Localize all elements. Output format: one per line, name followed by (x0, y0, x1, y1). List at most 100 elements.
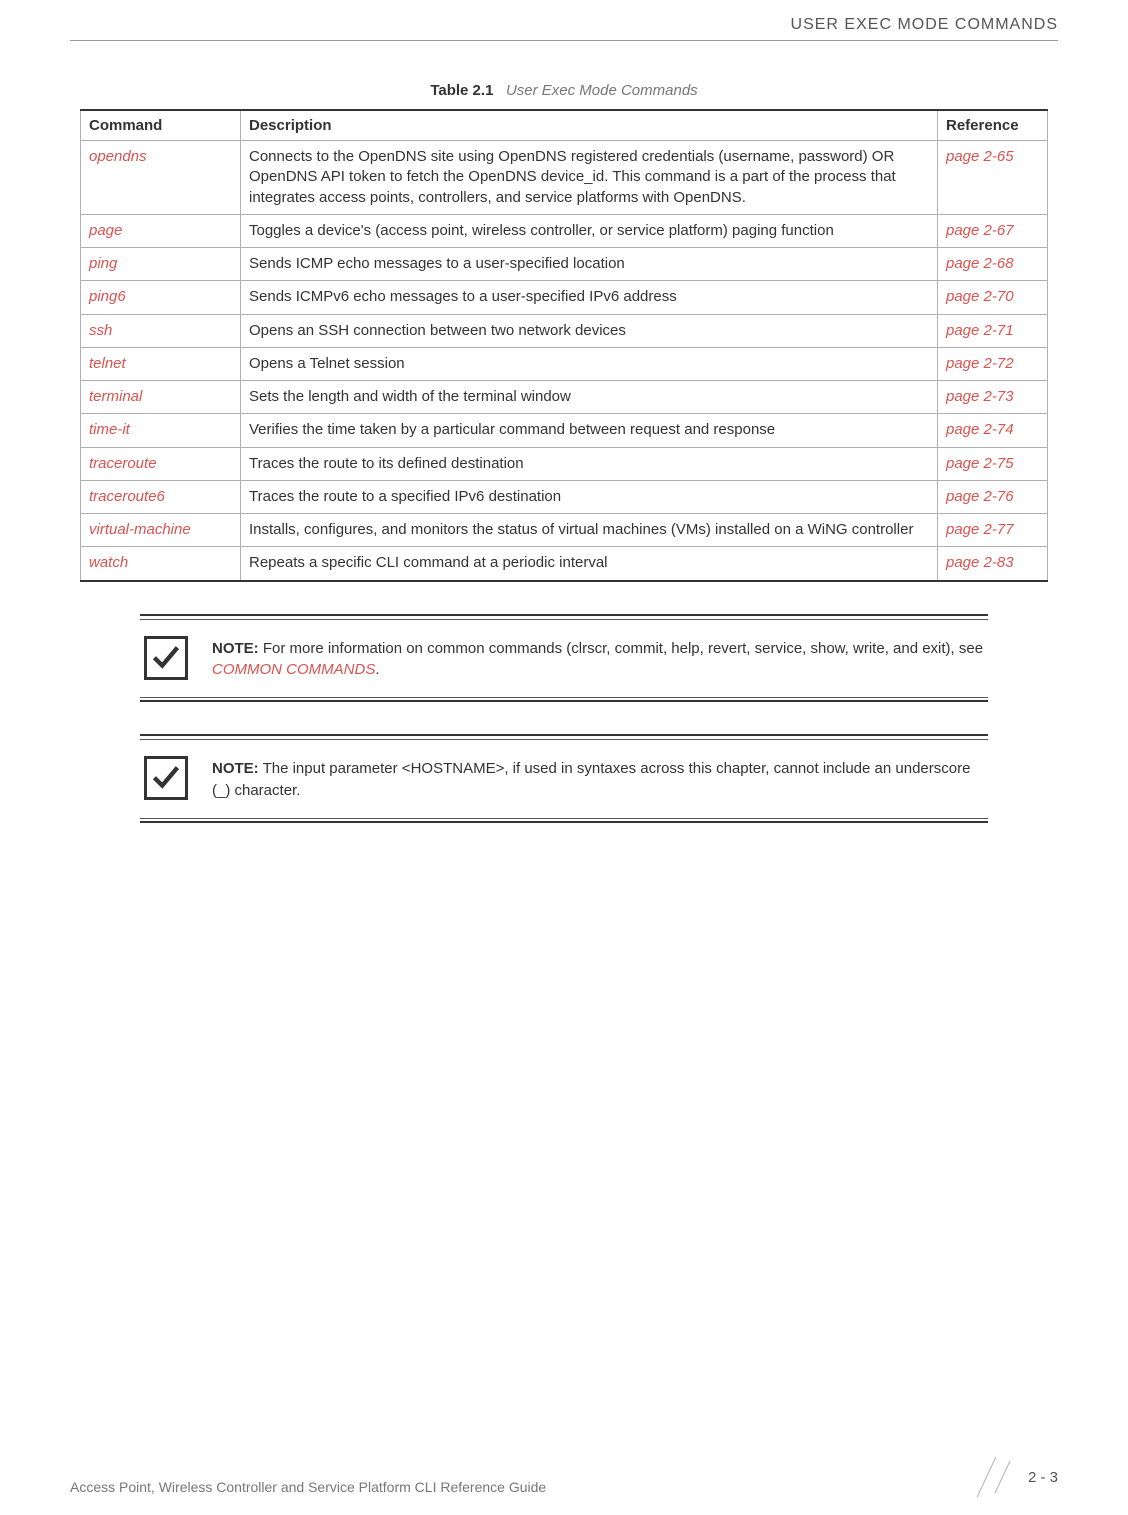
cell-reference: page 2-65 (938, 141, 1048, 215)
table-row: traceroute6 Traces the route to a specifi… (81, 480, 1048, 513)
note-rule-bottom-thick (140, 700, 988, 702)
note-content: NOTE: For more information on common com… (140, 620, 988, 698)
cell-command: terminal (81, 381, 241, 414)
cell-reference: page 2-67 (938, 214, 1048, 247)
command-name[interactable]: watch (89, 554, 128, 571)
cell-description: Traces the route to a specified IPv6 des… (241, 480, 938, 513)
commands-table: Command Description Reference opendns Con… (80, 109, 1048, 582)
command-name[interactable]: time-it (89, 421, 130, 438)
table-header-row: Command Description Reference (81, 110, 1048, 141)
page-header: USER EXEC MODE COMMANDS (791, 16, 1058, 34)
cell-description: Verifies the time taken by a particular … (241, 414, 938, 447)
note-link[interactable]: COMMON COMMANDS (212, 661, 375, 678)
reference-link[interactable]: page 2-68 (946, 255, 1014, 272)
note-label: NOTE: (212, 640, 259, 657)
cell-description: Opens an SSH connection between two netw… (241, 314, 938, 347)
cell-reference: page 2-74 (938, 414, 1048, 447)
command-name[interactable]: opendns (89, 148, 147, 165)
command-name[interactable]: ping (89, 255, 117, 272)
checkmark-icon (144, 636, 188, 680)
reference-link[interactable]: page 2-67 (946, 222, 1014, 239)
note-rule-top-thick (140, 614, 988, 616)
footer-diagonal-decor (960, 1459, 1020, 1495)
reference-link[interactable]: page 2-70 (946, 288, 1014, 305)
th-command: Command (81, 110, 241, 141)
th-reference: Reference (938, 110, 1048, 141)
command-name[interactable]: terminal (89, 388, 142, 405)
table-row: ping6 Sends ICMPv6 echo messages to a use… (81, 281, 1048, 314)
reference-link[interactable]: page 2-76 (946, 488, 1014, 505)
page-number: 2 - 3 (1028, 1469, 1058, 1486)
cell-command: telnet (81, 347, 241, 380)
cell-reference: page 2-76 (938, 480, 1048, 513)
header-title: USER EXEC MODE COMMANDS (791, 16, 1058, 33)
command-name[interactable]: virtual-machine (89, 521, 191, 538)
reference-link[interactable]: page 2-73 (946, 388, 1014, 405)
command-name[interactable]: telnet (89, 355, 126, 372)
note-block: NOTE: The input parameter <HOSTNAME>, if… (140, 734, 988, 823)
footer-right: 2 - 3 (960, 1459, 1058, 1495)
table-row: virtual-machine Installs, configures, and… (81, 514, 1048, 547)
table-row: time-it Verifies the time taken by a part… (81, 414, 1048, 447)
cell-command: traceroute (81, 447, 241, 480)
cell-description: Connects to the OpenDNS site using OpenD… (241, 141, 938, 215)
reference-link[interactable]: page 2-65 (946, 148, 1014, 165)
cell-description: Traces the route to its defined destinat… (241, 447, 938, 480)
command-name[interactable]: ssh (89, 322, 112, 339)
cell-command: page (81, 214, 241, 247)
reference-link[interactable]: page 2-72 (946, 355, 1014, 372)
table-row: telnetOpens a Telnet sessionpage 2-72 (81, 347, 1048, 380)
note-rule-bottom-thick (140, 821, 988, 823)
note-text-before: The input parameter <HOSTNAME>, if used … (212, 760, 970, 799)
caption-title: User Exec Mode Commands (506, 82, 698, 99)
reference-link[interactable]: page 2-74 (946, 421, 1014, 438)
table-row: watch Repeats a specific CLI command at a… (81, 547, 1048, 581)
cell-reference: page 2-68 (938, 248, 1048, 281)
cell-command: time-it (81, 414, 241, 447)
table-row: opendns Connects to the OpenDNS site usin… (81, 141, 1048, 215)
cell-description: Sets the length and width of the termina… (241, 381, 938, 414)
note-content: NOTE: The input parameter <HOSTNAME>, if… (140, 740, 988, 818)
reference-link[interactable]: page 2-77 (946, 521, 1014, 538)
cell-reference: page 2-71 (938, 314, 1048, 347)
cell-reference: page 2-77 (938, 514, 1048, 547)
checkmark-icon (144, 756, 188, 800)
reference-link[interactable]: page 2-71 (946, 322, 1014, 339)
header-rule (70, 40, 1058, 41)
cell-command: traceroute6 (81, 480, 241, 513)
cell-description: Installs, configures, and monitors the s… (241, 514, 938, 547)
command-name[interactable]: traceroute6 (89, 488, 165, 505)
command-name[interactable]: traceroute (89, 455, 157, 472)
table-caption: Table 2.1 User Exec Mode Commands (80, 82, 1048, 99)
command-name[interactable]: page (89, 222, 122, 239)
note-rule-top-thick (140, 734, 988, 736)
cell-reference: page 2-75 (938, 447, 1048, 480)
cell-description: Sends ICMPv6 echo messages to a user-spe… (241, 281, 938, 314)
cell-command: ssh (81, 314, 241, 347)
page-footer: Access Point, Wireless Controller and Se… (70, 1459, 1058, 1495)
note-text: NOTE: The input parameter <HOSTNAME>, if… (212, 756, 988, 802)
command-name[interactable]: ping6 (89, 288, 126, 305)
reference-link[interactable]: page 2-83 (946, 554, 1014, 571)
note-block: NOTE: For more information on common com… (140, 614, 988, 703)
cell-description: Sends ICMP echo messages to a user-speci… (241, 248, 938, 281)
note-label: NOTE: (212, 760, 259, 777)
content-block: Table 2.1 User Exec Mode Commands Comman… (80, 82, 1048, 826)
cell-command: watch (81, 547, 241, 581)
note-text-before: For more information on common commands … (259, 640, 983, 657)
cell-command: ping6 (81, 281, 241, 314)
table-row: terminal Sets the length and width of the… (81, 381, 1048, 414)
cell-description: Repeats a specific CLI command at a peri… (241, 547, 938, 581)
note-rule-bottom-thin (140, 818, 988, 819)
note-text: NOTE: For more information on common com… (212, 636, 988, 682)
cell-reference: page 2-83 (938, 547, 1048, 581)
table-row: page Toggles a device's (access point, wi… (81, 214, 1048, 247)
cell-reference: page 2-72 (938, 347, 1048, 380)
cell-command: ping (81, 248, 241, 281)
table-row: ssh Opens an SSH connection between two n… (81, 314, 1048, 347)
reference-link[interactable]: page 2-75 (946, 455, 1014, 472)
cell-description: Toggles a device's (access point, wirele… (241, 214, 938, 247)
cell-command: virtual-machine (81, 514, 241, 547)
footer-left-text: Access Point, Wireless Controller and Se… (70, 1479, 546, 1495)
cell-reference: page 2-70 (938, 281, 1048, 314)
